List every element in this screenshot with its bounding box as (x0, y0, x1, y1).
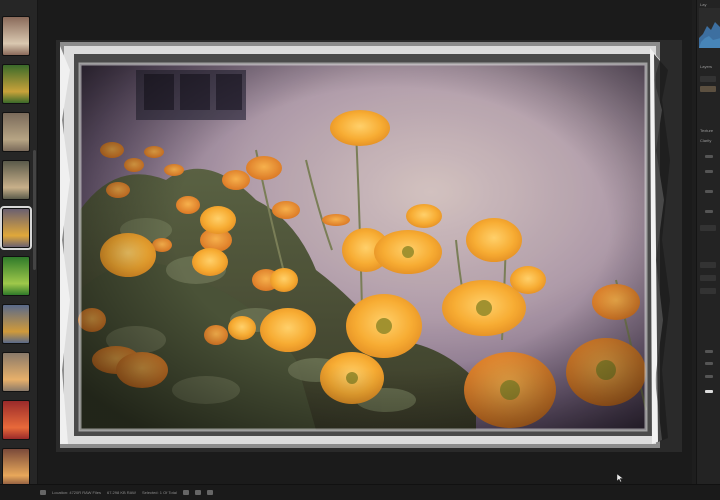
filmstrip-thumbnail[interactable] (0, 206, 32, 250)
layer-toggle[interactable] (705, 362, 713, 365)
image-canvas[interactable] (38, 0, 692, 484)
status-selection: Selected: 1 Of Total (141, 490, 177, 495)
panel-section-develop[interactable]: Texture (700, 128, 713, 133)
poppies-photo (56, 40, 682, 452)
slider-handle[interactable] (705, 190, 713, 193)
filmstrip-thumbnail[interactable] (2, 352, 30, 392)
option-field[interactable] (700, 262, 716, 268)
filmstrip-thumbnail[interactable] (2, 16, 30, 56)
mouse-cursor-icon (617, 474, 623, 482)
slider-handle[interactable] (705, 170, 713, 173)
filmstrip-thumbnail[interactable] (2, 256, 30, 296)
status-location: Location: 4720R RAW Files (52, 490, 101, 495)
filmstrip-thumbnail[interactable] (2, 448, 30, 488)
option-field[interactable] (700, 275, 716, 281)
slider-handle[interactable] (705, 155, 713, 158)
layer-thumbnail[interactable] (700, 86, 716, 92)
panel-section-layers[interactable]: Layers (700, 64, 712, 69)
layer-toggle[interactable] (705, 375, 713, 378)
visibility-icon[interactable] (705, 390, 713, 393)
filmstrip-thumbnail[interactable] (2, 400, 30, 440)
option-checkbox[interactable] (700, 225, 716, 231)
photo-with-frame (56, 40, 682, 452)
filmstrip (0, 0, 38, 488)
filmstrip-thumbnail[interactable] (2, 304, 30, 344)
filmstrip-thumbnail[interactable] (2, 160, 30, 200)
panel-clarity-label: Clarity (700, 138, 712, 143)
right-panel: Lay Layers Texture Clarity (696, 0, 720, 484)
view-icon[interactable] (182, 490, 189, 495)
histogram (699, 8, 720, 48)
status-size: 67.298 KB RAW (106, 490, 136, 495)
fullscreen-icon[interactable] (206, 490, 213, 495)
panel-tab-label[interactable]: Lay (700, 2, 706, 7)
filmstrip-scrollbar[interactable] (33, 150, 36, 270)
filmstrip-thumbnail[interactable] (2, 112, 30, 152)
grid-icon[interactable] (40, 490, 46, 495)
slider-handle[interactable] (705, 210, 713, 213)
compare-icon[interactable] (194, 490, 201, 495)
option-field[interactable] (700, 288, 716, 294)
layer-toggle[interactable] (705, 350, 713, 353)
layer-dropdown[interactable] (700, 76, 716, 82)
status-bar: Location: 4720R RAW Files 67.298 KB RAW … (0, 484, 720, 500)
filmstrip-thumbnail[interactable] (2, 64, 30, 104)
